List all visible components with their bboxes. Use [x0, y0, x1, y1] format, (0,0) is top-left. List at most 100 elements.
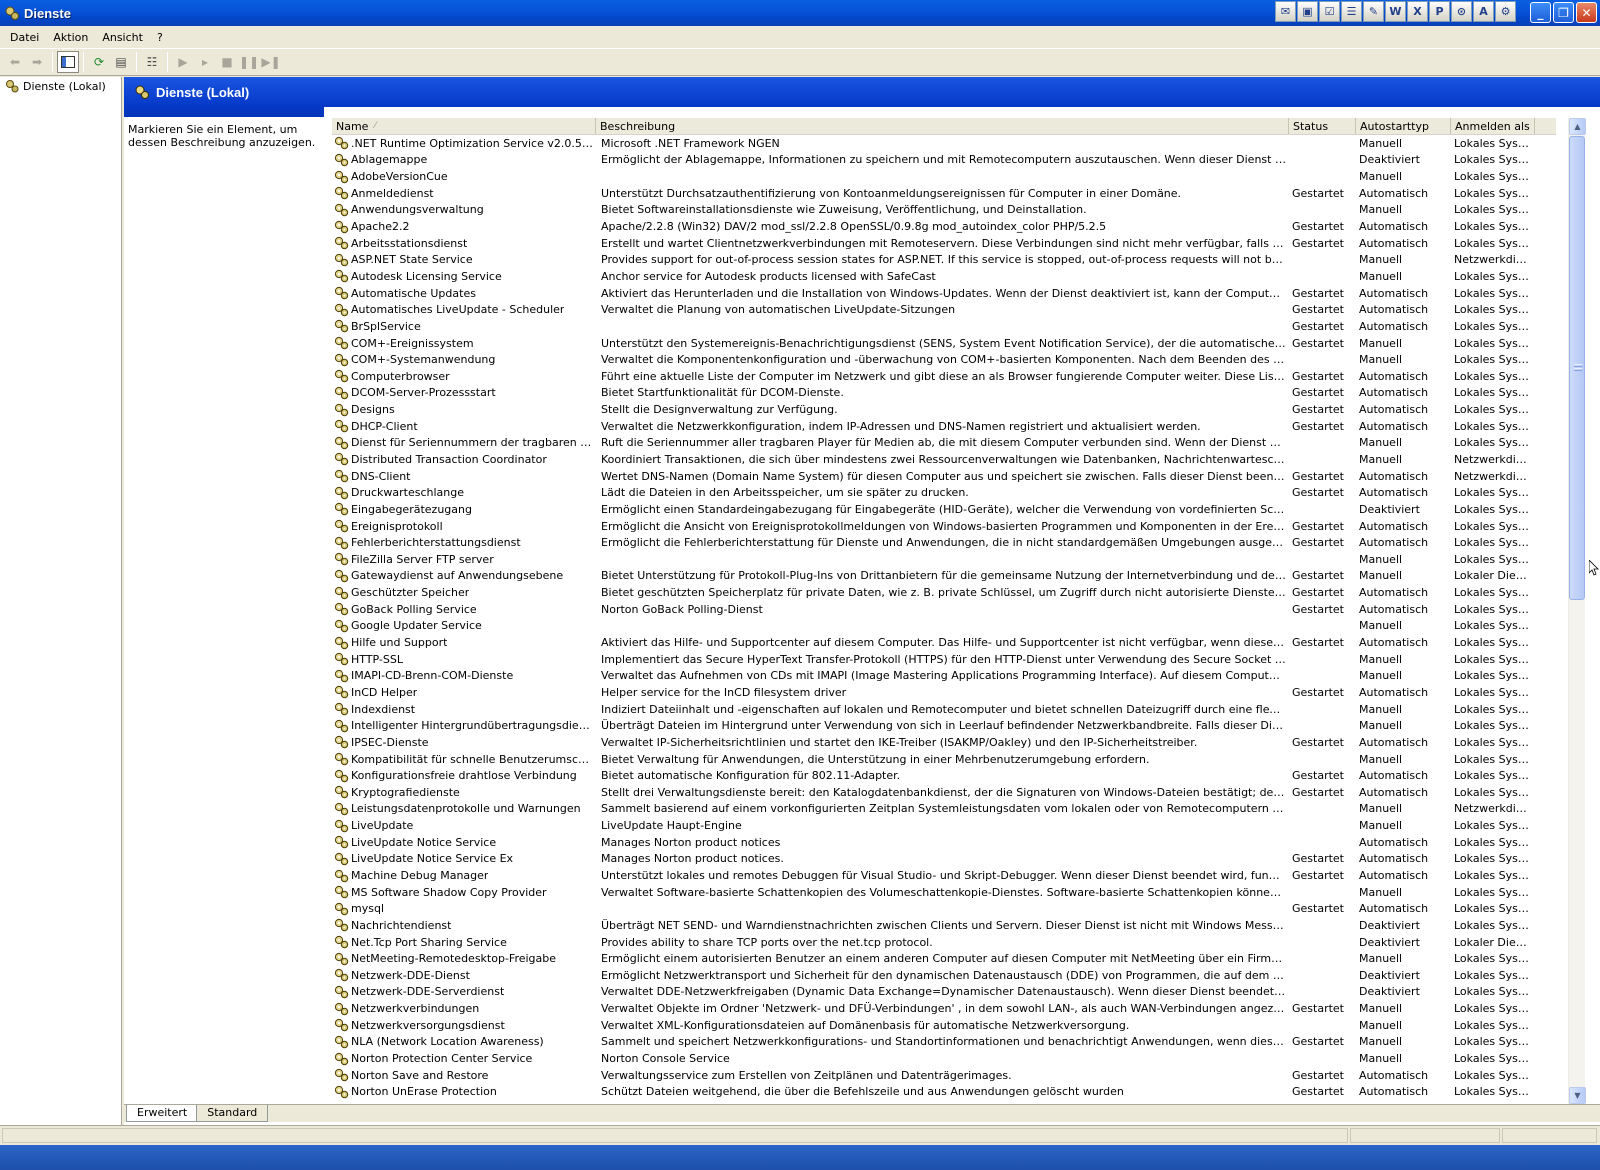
pause-service-icon[interactable]: ❚❚ [238, 51, 260, 73]
table-row[interactable]: Druckwarteschlange Lädt die Dateien in de… [332, 484, 1556, 501]
table-row[interactable]: Kompatibilität für schnelle Benutzerumsc… [332, 751, 1556, 768]
scroll-down-icon[interactable]: ▼ [1569, 1087, 1586, 1104]
table-row[interactable]: Google Updater Service Manuell Lokales Sys… [332, 618, 1556, 635]
table-row[interactable]: LiveUpdate Notice Service Manages Norton … [332, 834, 1556, 851]
start-service-icon[interactable]: ▶ [172, 51, 194, 73]
service-log-on-as: Lokales System [1454, 369, 1535, 383]
table-row[interactable]: Ablagemappe Ermöglicht der Ablagemappe, I… [332, 152, 1556, 169]
column-header-startup-type[interactable]: Autostarttyp [1356, 118, 1451, 134]
column-header-status[interactable]: Status [1289, 118, 1356, 134]
table-row[interactable]: Gatewaydienst auf Anwendungsebene Bietet … [332, 568, 1556, 585]
tray-app-icon[interactable]: ☰ [1341, 1, 1362, 22]
table-row[interactable]: BrSplService Gestartet Automatisch Lokales … [332, 318, 1556, 335]
scroll-thumb[interactable] [1569, 136, 1585, 600]
forward-arrow-icon[interactable]: ➡ [26, 51, 48, 73]
table-row[interactable]: Autodesk Licensing Service Anchor service… [332, 268, 1556, 285]
maximize-button[interactable]: ❐ [1553, 2, 1574, 23]
tray-app-icon[interactable]: ☑ [1319, 1, 1340, 22]
table-row[interactable]: Konfigurationsfreie drahtlose Verbindung… [332, 767, 1556, 784]
back-arrow-icon[interactable]: ⬅ [4, 51, 26, 73]
table-row[interactable]: Geschützter Speicher Bietet geschützten S… [332, 584, 1556, 601]
tray-app-icon[interactable]: ⊙ [1451, 1, 1472, 22]
menu-help[interactable]: ? [150, 29, 170, 46]
table-row[interactable]: Norton Save and Restore Verwaltungsservic… [332, 1067, 1556, 1084]
table-row[interactable]: LiveUpdate LiveUpdate Haupt-Engine Manuell… [332, 817, 1556, 834]
menu-datei[interactable]: Datei [3, 29, 46, 46]
column-header-description[interactable]: Beschreibung [596, 118, 1289, 134]
table-row[interactable]: Eingabegerätezugang Ermöglicht einen Stan… [332, 501, 1556, 518]
minimize-button[interactable]: _ [1530, 2, 1551, 23]
table-row[interactable]: IMAPI-CD-Brenn-COM-Dienste Verwaltet das … [332, 668, 1556, 685]
table-row[interactable]: Leistungsdatenprotokolle und Warnungen Sa… [332, 801, 1556, 818]
vertical-scrollbar[interactable]: ▲ ▼ [1568, 118, 1586, 1104]
column-header-name[interactable]: Name ⁄ [332, 118, 596, 134]
table-row[interactable]: Ereignisprotokoll Ermöglicht die Ansicht … [332, 518, 1556, 535]
table-row[interactable]: HTTP-SSL Implementiert das Secure HyperTe… [332, 651, 1556, 668]
table-row[interactable]: Machine Debug Manager Unterstützt lokales… [332, 867, 1556, 884]
table-row[interactable]: Netzwerkverbindungen Verwaltet Objekte im… [332, 1000, 1556, 1017]
table-row[interactable]: GoBack Polling Service Norton GoBack Poll… [332, 601, 1556, 618]
table-row[interactable]: Kryptografiedienste Stellt drei Verwaltun… [332, 784, 1556, 801]
menu-aktion[interactable]: Aktion [46, 29, 95, 46]
table-row[interactable]: Netzwerk-DDE-Serverdienst Verwaltet DDE-N… [332, 984, 1556, 1001]
table-row[interactable]: Fehlerberichterstattungsdienst Ermöglicht… [332, 534, 1556, 551]
table-row[interactable]: Arbeitsstationsdienst Erstellt und wartet… [332, 235, 1556, 252]
table-row[interactable]: Netzwerkversorgungsdienst Verwaltet XML-K… [332, 1017, 1556, 1034]
tray-app-icon[interactable]: ✎ [1363, 1, 1384, 22]
close-button[interactable]: ✕ [1576, 2, 1597, 23]
properties-icon[interactable]: ☷ [141, 51, 163, 73]
tray-app-icon[interactable]: ⚙ [1495, 1, 1516, 22]
column-header-log-on-as[interactable]: Anmelden als [1451, 118, 1535, 134]
table-row[interactable]: LiveUpdate Notice Service Ex Manages Nort… [332, 851, 1556, 868]
table-row[interactable]: Intelligenter Hintergrundübertragungsdie… [332, 717, 1556, 734]
tab-erweitert[interactable]: Erweitert [126, 1105, 199, 1122]
table-row[interactable]: FileZilla Server FTP server Manuell Lokale… [332, 551, 1556, 568]
table-row[interactable]: Designs Stellt die Designverwaltung zur V… [332, 401, 1556, 418]
table-row[interactable]: Dienst für Seriennummern der tragbaren M… [332, 435, 1556, 452]
scroll-up-icon[interactable]: ▲ [1569, 118, 1586, 135]
refresh-icon[interactable]: ⟳ [88, 51, 110, 73]
table-row[interactable]: Anmeldedienst Unterstützt Durchsatzauthen… [332, 185, 1556, 202]
table-row[interactable]: Anwendungsverwaltung Bietet Softwareinsta… [332, 202, 1556, 219]
tab-standard[interactable]: Standard [196, 1105, 269, 1122]
start-service-alt-icon[interactable]: ▸ [194, 51, 216, 73]
table-row[interactable]: NLA (Network Location Awareness) Sammelt … [332, 1034, 1556, 1051]
table-row[interactable]: COM+-Systemanwendung Verwaltet die Kompon… [332, 351, 1556, 368]
table-row[interactable]: Hilfe und Support Aktiviert das Hilfe- un… [332, 634, 1556, 651]
table-row[interactable]: AdobeVersionCue Manuell Lokales System [332, 168, 1556, 185]
table-row[interactable]: Net.Tcp Port Sharing Service Provides abi… [332, 934, 1556, 951]
table-row[interactable]: DNS-Client Wertet DNS-Namen (Domain Name … [332, 468, 1556, 485]
tray-app-icon[interactable]: W [1385, 1, 1406, 22]
table-row[interactable]: Apache2.2 Apache/2.2.8 (Win32) DAV/2 mod_… [332, 218, 1556, 235]
table-row[interactable]: Automatisches LiveUpdate - Scheduler Verw… [332, 301, 1556, 318]
table-row[interactable]: Nachrichtendienst Überträgt NET SEND- und… [332, 917, 1556, 934]
table-row[interactable]: COM+-Ereignissystem Unterstützt den Syste… [332, 335, 1556, 352]
table-row[interactable]: Norton Protection Center Service Norton C… [332, 1050, 1556, 1067]
table-row[interactable]: ASP.NET State Service Provides support fo… [332, 251, 1556, 268]
tray-app-icon[interactable]: A [1473, 1, 1494, 22]
tray-app-icon[interactable]: ▣ [1297, 1, 1318, 22]
tray-app-icon[interactable]: X [1407, 1, 1428, 22]
table-row[interactable]: Indexdienst Indiziert Dateiinhalt und -ei… [332, 701, 1556, 718]
table-row[interactable]: Norton UnErase Protection Schützt Dateien… [332, 1084, 1556, 1101]
export-list-icon[interactable]: ▤ [110, 51, 132, 73]
show-tree-icon[interactable] [57, 51, 79, 73]
tree-item-dienste-lokal[interactable]: Dienste (Lokal) [0, 77, 121, 95]
table-row[interactable]: InCD Helper Helper service for the InCD f… [332, 684, 1556, 701]
table-row[interactable]: Distributed Transaction Coordinator Koord… [332, 451, 1556, 468]
menu-ansicht[interactable]: Ansicht [95, 29, 150, 46]
table-row[interactable]: MS Software Shadow Copy Provider Verwalte… [332, 884, 1556, 901]
tray-app-icon[interactable]: P [1429, 1, 1450, 22]
table-row[interactable]: mysql Gestartet Automatisch Lokales System [332, 900, 1556, 917]
stop-service-icon[interactable]: ■ [216, 51, 238, 73]
table-row[interactable]: .NET Runtime Optimization Service v2.0.5… [332, 135, 1556, 152]
tray-app-icon[interactable]: ✉ [1275, 1, 1296, 22]
table-row[interactable]: DHCP-Client Verwaltet die Netzwerkkonfigu… [332, 418, 1556, 435]
table-row[interactable]: Netzwerk-DDE-Dienst Ermöglicht Netzwerktr… [332, 967, 1556, 984]
restart-service-icon[interactable]: ▶❚ [260, 51, 282, 73]
table-row[interactable]: Computerbrowser Führt eine aktuelle Liste… [332, 368, 1556, 385]
table-row[interactable]: NetMeeting-Remotedesktop-Freigabe Ermögli… [332, 950, 1556, 967]
table-row[interactable]: DCOM-Server-Prozessstart Bietet Startfunk… [332, 385, 1556, 402]
table-row[interactable]: Automatische Updates Aktiviert das Herunt… [332, 285, 1556, 302]
table-row[interactable]: IPSEC-Dienste Verwaltet IP-Sicherheitsric… [332, 734, 1556, 751]
